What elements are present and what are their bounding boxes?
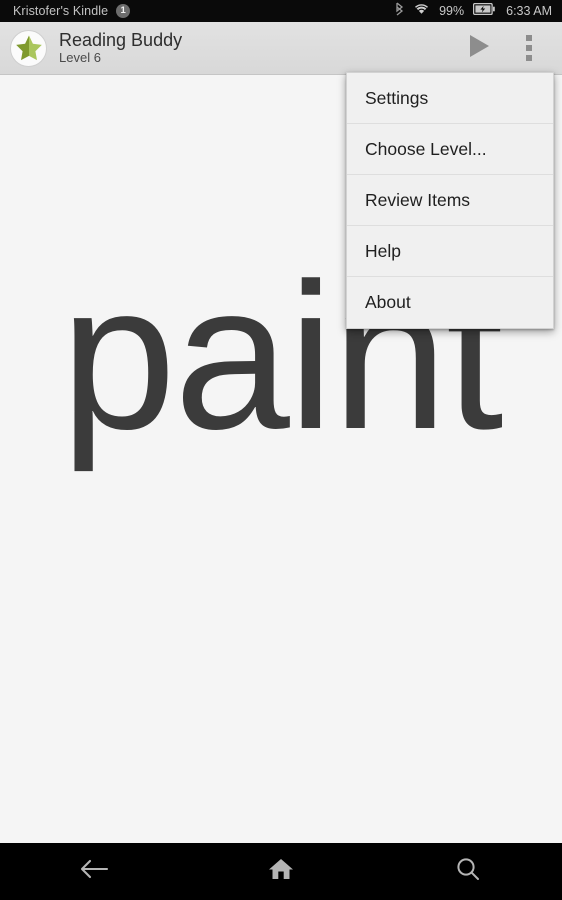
- app-title-block: Reading Buddy Level 6: [59, 30, 182, 66]
- overflow-dot-2: [526, 45, 532, 51]
- app-subtitle-level: Level 6: [59, 50, 101, 65]
- nav-search-button[interactable]: [375, 843, 562, 900]
- system-navigation-bar: [0, 843, 562, 900]
- menu-item-label: Choose Level...: [365, 138, 487, 159]
- nav-home-button[interactable]: [187, 843, 374, 900]
- overflow-menu-popup: Settings Choose Level... Review Items He…: [346, 72, 554, 329]
- battery-percent-label: 99%: [439, 4, 465, 18]
- app-bar-actions: [462, 31, 554, 65]
- menu-item-review-items[interactable]: Review Items: [347, 175, 553, 226]
- menu-item-settings[interactable]: Settings: [347, 73, 553, 124]
- device-screen: Kristofer's Kindle 1 99% 6:33 AM Reading…: [0, 0, 562, 900]
- status-bar-right: 99% 6:33 AM: [395, 1, 552, 21]
- status-bar-left: Kristofer's Kindle 1: [13, 4, 131, 18]
- overflow-dot-1: [526, 35, 532, 41]
- status-bar: Kristofer's Kindle 1 99% 6:33 AM: [0, 0, 562, 22]
- menu-item-label: Help: [365, 240, 401, 261]
- app-title: Reading Buddy: [59, 30, 183, 50]
- star-app-icon[interactable]: [10, 29, 47, 67]
- battery-charging-icon: [473, 2, 495, 20]
- play-button[interactable]: [462, 31, 496, 65]
- menu-item-label: Review Items: [365, 189, 471, 210]
- nav-back-button[interactable]: [0, 843, 187, 900]
- menu-item-help[interactable]: Help: [347, 226, 553, 277]
- device-name-label: Kristofer's Kindle: [13, 4, 109, 18]
- home-icon: [268, 857, 294, 886]
- search-icon: [455, 856, 481, 887]
- play-icon: [466, 33, 492, 64]
- back-arrow-icon: [79, 857, 109, 886]
- menu-item-about[interactable]: About: [347, 277, 553, 328]
- overflow-menu-icon: [526, 35, 532, 61]
- overflow-menu-button[interactable]: [516, 31, 542, 65]
- notification-count-badge: 1: [116, 4, 131, 18]
- app-bar: Reading Buddy Level 6: [0, 22, 562, 75]
- menu-item-label: About: [365, 292, 411, 312]
- overflow-dot-3: [526, 55, 532, 61]
- clock-label: 6:33 AM: [506, 4, 552, 18]
- menu-item-choose-level[interactable]: Choose Level...: [347, 124, 553, 175]
- menu-item-label: Settings: [365, 87, 429, 108]
- bluetooth-icon: [395, 1, 404, 21]
- wifi-icon: [413, 2, 430, 20]
